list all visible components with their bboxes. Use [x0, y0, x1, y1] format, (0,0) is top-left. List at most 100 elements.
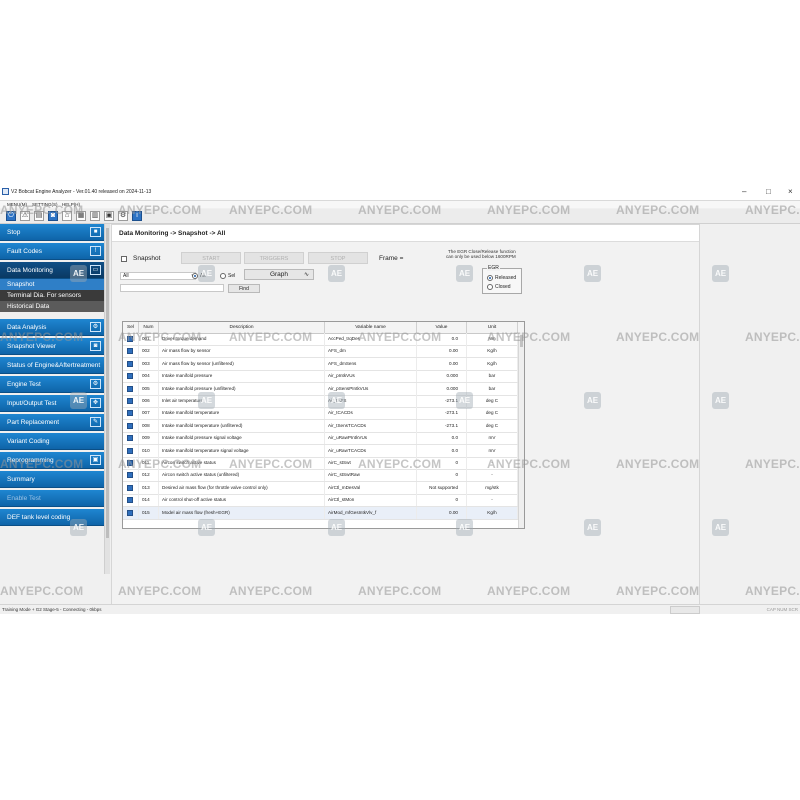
sidebar-item-summary[interactable]: Summary: [0, 471, 104, 488]
egr-radio-released[interactable]: [487, 275, 493, 281]
menu-item-menu[interactable]: MENU(M): [7, 202, 27, 207]
row-select-cell[interactable]: [123, 333, 139, 345]
grid-icon[interactable]: ▦: [76, 211, 86, 221]
scrollbar-thumb[interactable]: [106, 228, 109, 538]
sidebar-item-def-tank[interactable]: DEF tank level coding: [0, 509, 104, 526]
col-header-description[interactable]: Description: [159, 322, 325, 333]
sidebar-item-data-analysis[interactable]: Data Analysis ⚙: [0, 319, 104, 336]
row-checkbox[interactable]: [127, 336, 133, 342]
row-select-cell[interactable]: [123, 357, 139, 370]
table-row[interactable]: 010 Intake manifold temperature signal vo…: [123, 444, 518, 458]
sidebar-item-io-test[interactable]: Input/Output Test ✥: [0, 395, 104, 412]
col-header-num[interactable]: Num: [139, 322, 159, 333]
row-checkbox[interactable]: [127, 422, 133, 429]
find-button[interactable]: Find: [228, 284, 260, 293]
table-row[interactable]: 002 Air mass flow by sensor AFS_dm 0.00 Kg/h: [123, 345, 518, 359]
table-row[interactable]: 005 Intake manifold pressure (unfiltered)…: [123, 382, 518, 396]
camera-icon[interactable]: ◙: [48, 211, 58, 221]
row-checkbox[interactable]: [127, 360, 133, 367]
sidebar-item-engine-test[interactable]: Engine Test ⚙: [0, 376, 104, 393]
col-header-unit[interactable]: Unit: [467, 322, 518, 333]
egr-radio-closed[interactable]: [487, 284, 493, 290]
scrollbar-thumb[interactable]: [520, 335, 523, 347]
graph-icon[interactable]: ▥: [90, 211, 100, 221]
table-row[interactable]: 009 Intake manifold pressure signal volta…: [123, 432, 518, 446]
maximize-button[interactable]: □: [766, 187, 771, 197]
search-input[interactable]: [120, 284, 224, 292]
sidebar-item-variant-coding[interactable]: Variant Coding: [0, 433, 104, 450]
col-header-value[interactable]: Value: [417, 322, 467, 333]
sidebar-item-data-monitoring[interactable]: Data Monitoring ▭: [0, 262, 104, 279]
sidebar-subitem-historical-data[interactable]: Historical Data: [0, 301, 104, 312]
row-select-cell[interactable]: [123, 457, 139, 469]
row-checkbox[interactable]: [127, 410, 133, 417]
sidebar-item-status-engine[interactable]: Status of Engine&Aftertreatment: [0, 357, 104, 374]
stop-button[interactable]: STOP: [308, 252, 368, 264]
info-icon[interactable]: i: [132, 211, 142, 221]
row-checkbox[interactable]: [127, 484, 133, 491]
table-row[interactable]: 014 Air control shut-off active status Air…: [123, 494, 518, 508]
gear-icon[interactable]: ⚙: [118, 211, 128, 221]
col-header-sel[interactable]: Sel: [123, 322, 139, 333]
sidebar-subitem-snapshot[interactable]: Snapshot: [0, 279, 104, 290]
start-button[interactable]: START: [181, 252, 241, 264]
row-checkbox[interactable]: [127, 398, 133, 404]
table-scrollbar[interactable]: [518, 333, 524, 528]
row-checkbox[interactable]: [127, 509, 133, 516]
row-select-cell[interactable]: [123, 382, 139, 395]
table-row[interactable]: 011 Aircon switch active status AirC_stSwt…: [123, 457, 518, 470]
row-select-cell[interactable]: [123, 481, 139, 494]
sidebar-item-stop[interactable]: Stop ■: [0, 224, 104, 241]
radio-sel[interactable]: [220, 273, 226, 279]
sidebar-item-reprogramming[interactable]: Reprogramming ▣: [0, 452, 104, 469]
table-row[interactable]: 006 Inlet air temperature Air_tAFS -273.1 de…: [123, 395, 518, 408]
warning-icon[interactable]: ⚠: [20, 211, 30, 221]
row-checkbox[interactable]: [127, 497, 133, 504]
sidebar-scrollbar[interactable]: [104, 224, 110, 574]
row-checkbox[interactable]: [127, 447, 133, 454]
row-select-cell[interactable]: [123, 506, 139, 519]
row-select-cell[interactable]: [123, 419, 139, 432]
sidebar-item-enable-test[interactable]: Enable Test: [0, 490, 104, 507]
row-select-cell[interactable]: [123, 432, 139, 445]
row-select-cell[interactable]: [123, 395, 139, 407]
row-checkbox[interactable]: [127, 460, 133, 466]
power-icon[interactable]: ⏻: [6, 211, 16, 221]
chart-icon[interactable]: ▤: [34, 211, 44, 221]
table-row[interactable]: 012 Aircon switch active status (unfilter…: [123, 469, 518, 483]
row-checkbox[interactable]: [127, 348, 133, 355]
row-checkbox[interactable]: [127, 373, 133, 380]
table-row[interactable]: 013 Desired air mass flow (for throttle v…: [123, 481, 518, 495]
radio-all[interactable]: [192, 273, 198, 279]
chip-icon[interactable]: ▣: [104, 211, 114, 221]
row-select-cell[interactable]: [123, 407, 139, 420]
row-select-cell[interactable]: [123, 494, 139, 507]
row-select-cell[interactable]: [123, 469, 139, 482]
table-row[interactable]: 003 Air mass flow by sensor (unfiltered) A…: [123, 357, 518, 371]
col-header-variable[interactable]: Variable name: [325, 322, 417, 333]
table-row[interactable]: 015 Model air mass flow (fresh+EGR) AirMod…: [123, 506, 518, 520]
row-checkbox[interactable]: [127, 385, 133, 392]
row-checkbox[interactable]: [127, 435, 133, 442]
snapshot-checkbox[interactable]: [121, 256, 127, 262]
graph-button[interactable]: Graph ∿: [244, 269, 314, 280]
table-row[interactable]: 004 Intake manifold pressure Air_pIntkVUs 0…: [123, 370, 518, 384]
row-select-cell[interactable]: [123, 370, 139, 383]
sidebar-item-snapshot-viewer[interactable]: Snapshot Viewer ◙: [0, 338, 104, 355]
sidebar-item-fault-codes[interactable]: Fault Codes!: [0, 243, 104, 260]
triggers-button[interactable]: TRIGGERS: [244, 252, 304, 264]
row-select-cell[interactable]: [123, 345, 139, 358]
menu-item-help[interactable]: HELP(H): [62, 202, 80, 207]
table-row[interactable]: 008 Intake manifold temperature (unfilter…: [123, 419, 518, 433]
home-icon[interactable]: ⌂: [62, 211, 72, 221]
menu-item-setting[interactable]: SETTING(S): [32, 202, 58, 207]
minimize-button[interactable]: –: [742, 187, 746, 197]
filter-select[interactable]: All▾: [120, 272, 196, 280]
row-select-cell[interactable]: [123, 444, 139, 457]
close-button[interactable]: ×: [788, 187, 793, 197]
table-row[interactable]: 001 Driver torque demand AccPed_trqDes 0.0 N…: [123, 333, 518, 346]
sidebar-item-part-replacement[interactable]: Part Replacement ✎: [0, 414, 104, 431]
sidebar-subitem-terminal-dia[interactable]: Terminal Dia. For sensors: [0, 290, 104, 301]
table-row[interactable]: 007 Intake manifold temperature Air_tCACDs…: [123, 407, 518, 421]
row-checkbox[interactable]: [127, 472, 133, 479]
